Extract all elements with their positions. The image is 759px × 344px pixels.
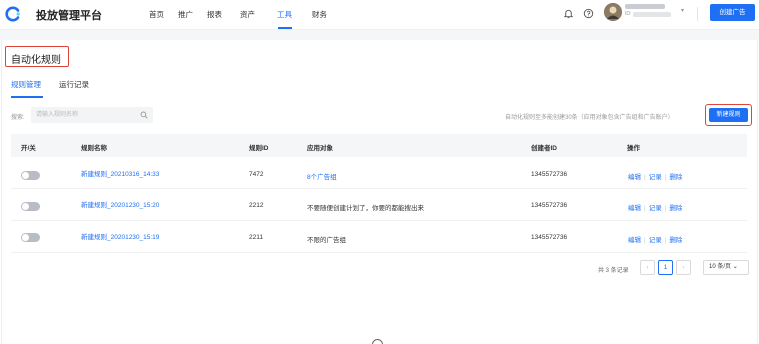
nav-reports[interactable]: 报表 — [207, 9, 222, 20]
top-navbar: 投放管理平台 首页 推广 报表 资产 工具 财务 ID: ▾ 创建广告 — [0, 0, 759, 30]
creator-id: 1345572736 — [531, 171, 568, 178]
nav-promotion[interactable]: 推广 — [178, 9, 193, 20]
rule-name-link[interactable]: 新建规则_20201230_15:20 — [81, 199, 159, 209]
brand-title: 投放管理平台 — [36, 10, 102, 22]
brand-logo-icon — [5, 6, 20, 22]
avatar[interactable] — [604, 3, 622, 21]
creator-id: 1345572736 — [531, 202, 568, 209]
edit-link[interactable]: 编辑 — [628, 205, 641, 212]
column-header-id: 规则ID — [249, 145, 269, 152]
column-header-toggle: 开/关 — [21, 145, 36, 152]
records-link[interactable]: 记录 — [649, 174, 662, 181]
creator-id: 1345572736 — [531, 234, 568, 241]
total-records: 共 3 条记录 — [598, 268, 629, 274]
row-actions: 编辑 | 记录 | 删除 — [628, 234, 682, 244]
toggle-knob — [22, 203, 29, 210]
search-input[interactable] — [36, 107, 136, 123]
rule-toggle-switch[interactable] — [21, 171, 40, 180]
toggle-knob — [22, 172, 29, 179]
rule-id: 2212 — [249, 202, 264, 209]
rule-target-link[interactable]: 8个广告组 — [307, 171, 337, 181]
rule-toggle-switch[interactable] — [21, 202, 40, 211]
header-divider — [697, 7, 698, 21]
edit-link[interactable]: 编辑 — [628, 174, 641, 181]
column-header-creator: 创建者ID — [531, 145, 557, 152]
rule-name-link[interactable]: 新建规则_20210316_14:33 — [81, 168, 159, 178]
edit-link[interactable]: 编辑 — [628, 237, 641, 244]
page-title: 自动化规则 — [11, 55, 61, 66]
records-link[interactable]: 记录 — [649, 237, 662, 244]
delete-link[interactable]: 删除 — [669, 174, 682, 181]
column-header-actions: 操作 — [627, 145, 640, 152]
chevron-down-icon[interactable]: ▾ — [681, 7, 684, 14]
rule-name-link[interactable]: 新建规则_20201230_15:19 — [81, 231, 159, 241]
tab-run-records[interactable]: 运行记录 — [59, 79, 89, 90]
nav-home[interactable]: 首页 — [149, 9, 164, 20]
action-separator: | — [664, 205, 667, 212]
action-separator: | — [664, 237, 667, 244]
nav-tools[interactable]: 工具 — [277, 9, 292, 20]
rule-limit-hint: 自动化规则至多能创建30条（应用对象包含广告组和广告账户） — [505, 115, 674, 121]
action-separator: | — [664, 174, 667, 181]
row-actions: 编辑 | 记录 | 删除 — [628, 171, 682, 181]
rule-target: 不要随便创建计划了，你要的都能搜出来 — [307, 205, 424, 212]
row-actions: 编辑 | 记录 | 删除 — [628, 202, 682, 212]
column-header-name: 规则名称 — [81, 145, 107, 152]
search-label: 搜索: — [11, 115, 25, 121]
column-header-target: 应用对象 — [307, 145, 333, 152]
rule-target: 不限的广告组 — [307, 237, 346, 244]
account-name-redacted — [625, 4, 665, 9]
page-number-button[interactable]: 1 — [658, 260, 673, 275]
nav-active-indicator — [278, 27, 292, 29]
nav-finance[interactable]: 财务 — [312, 9, 327, 20]
bell-icon[interactable] — [563, 8, 574, 19]
rule-toggle-switch[interactable] — [21, 233, 40, 242]
delete-link[interactable]: 删除 — [669, 205, 682, 212]
create-ad-button[interactable]: 创建广告 — [710, 4, 755, 21]
rule-id: 2211 — [249, 234, 263, 241]
search-icon[interactable] — [140, 111, 148, 119]
next-page-button[interactable]: › — [676, 260, 691, 275]
help-icon[interactable] — [583, 8, 594, 19]
page-size-value: 10 条/页 — [709, 264, 732, 270]
page-size-select[interactable]: 10 条/页 ⌄ — [703, 260, 749, 275]
account-id-label: ID: — [625, 11, 632, 17]
tab-rule-management[interactable]: 规则管理 — [11, 79, 41, 90]
action-separator: | — [644, 237, 646, 244]
overlay-circle-bottom — [372, 339, 383, 344]
chevron-down-icon: ⌄ — [732, 264, 738, 270]
action-separator: | — [644, 174, 646, 181]
search-box — [31, 107, 153, 123]
tab-active-indicator — [11, 96, 43, 98]
account-id-redacted — [633, 12, 671, 17]
action-separator: | — [644, 205, 646, 212]
toggle-knob — [22, 234, 29, 241]
prev-page-button[interactable]: ‹ — [640, 260, 655, 275]
nav-assets[interactable]: 资产 — [240, 9, 255, 20]
rule-id: 7472 — [249, 171, 264, 178]
new-rule-button[interactable]: 新建规则 — [709, 108, 748, 122]
delete-link[interactable]: 删除 — [669, 237, 682, 244]
page-background-strip — [0, 30, 759, 40]
records-link[interactable]: 记录 — [649, 205, 662, 212]
